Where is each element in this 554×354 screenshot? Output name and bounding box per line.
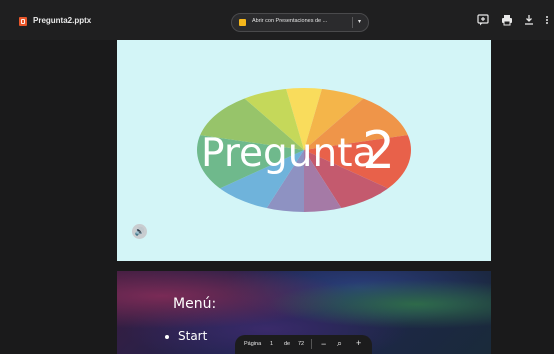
slides-app-icon (239, 19, 246, 26)
pager-divider (311, 339, 312, 349)
slide-1: Pregunta 2 🔊 (117, 40, 491, 261)
download-icon[interactable] (522, 13, 536, 27)
more-vert-icon[interactable] (542, 13, 552, 27)
add-comment-icon[interactable] (476, 13, 490, 27)
page-navigator: Página 1 de 72 − ⌕ + (235, 335, 372, 354)
logo-number: 2 (362, 121, 395, 181)
zoom-out-button[interactable]: − (321, 339, 326, 349)
speaker-icon[interactable]: 🔊 (132, 224, 147, 239)
viewer-toolbar: Pregunta2.pptx Abrir con Presentaciones … (0, 0, 554, 40)
open-with-button[interactable]: Abrir con Presentaciones de ... ▾ (231, 13, 369, 32)
chevron-down-icon[interactable]: ▾ (358, 18, 361, 25)
open-with-divider (352, 17, 353, 28)
total-pages: 72 (298, 341, 305, 347)
file-name: Pregunta2.pptx (33, 16, 92, 25)
page-number-input[interactable]: 1 (270, 341, 273, 347)
zoom-in-button[interactable]: + (356, 338, 361, 348)
page-label: Página (244, 341, 262, 347)
bullet-icon (165, 334, 169, 339)
menu-title: Menú: (173, 296, 217, 312)
logo-text: Pregunta (201, 131, 376, 176)
open-with-label: Abrir con Presentaciones de ... (252, 18, 328, 24)
print-icon[interactable] (500, 13, 514, 27)
pregunta-logo: Pregunta 2 (197, 88, 411, 212)
zoom-icon[interactable]: ⌕ (337, 338, 342, 349)
menu-item-label: Start (178, 329, 208, 343)
list-item: Start (165, 329, 207, 343)
of-label: de (284, 341, 291, 347)
powerpoint-file-icon (19, 17, 27, 26)
